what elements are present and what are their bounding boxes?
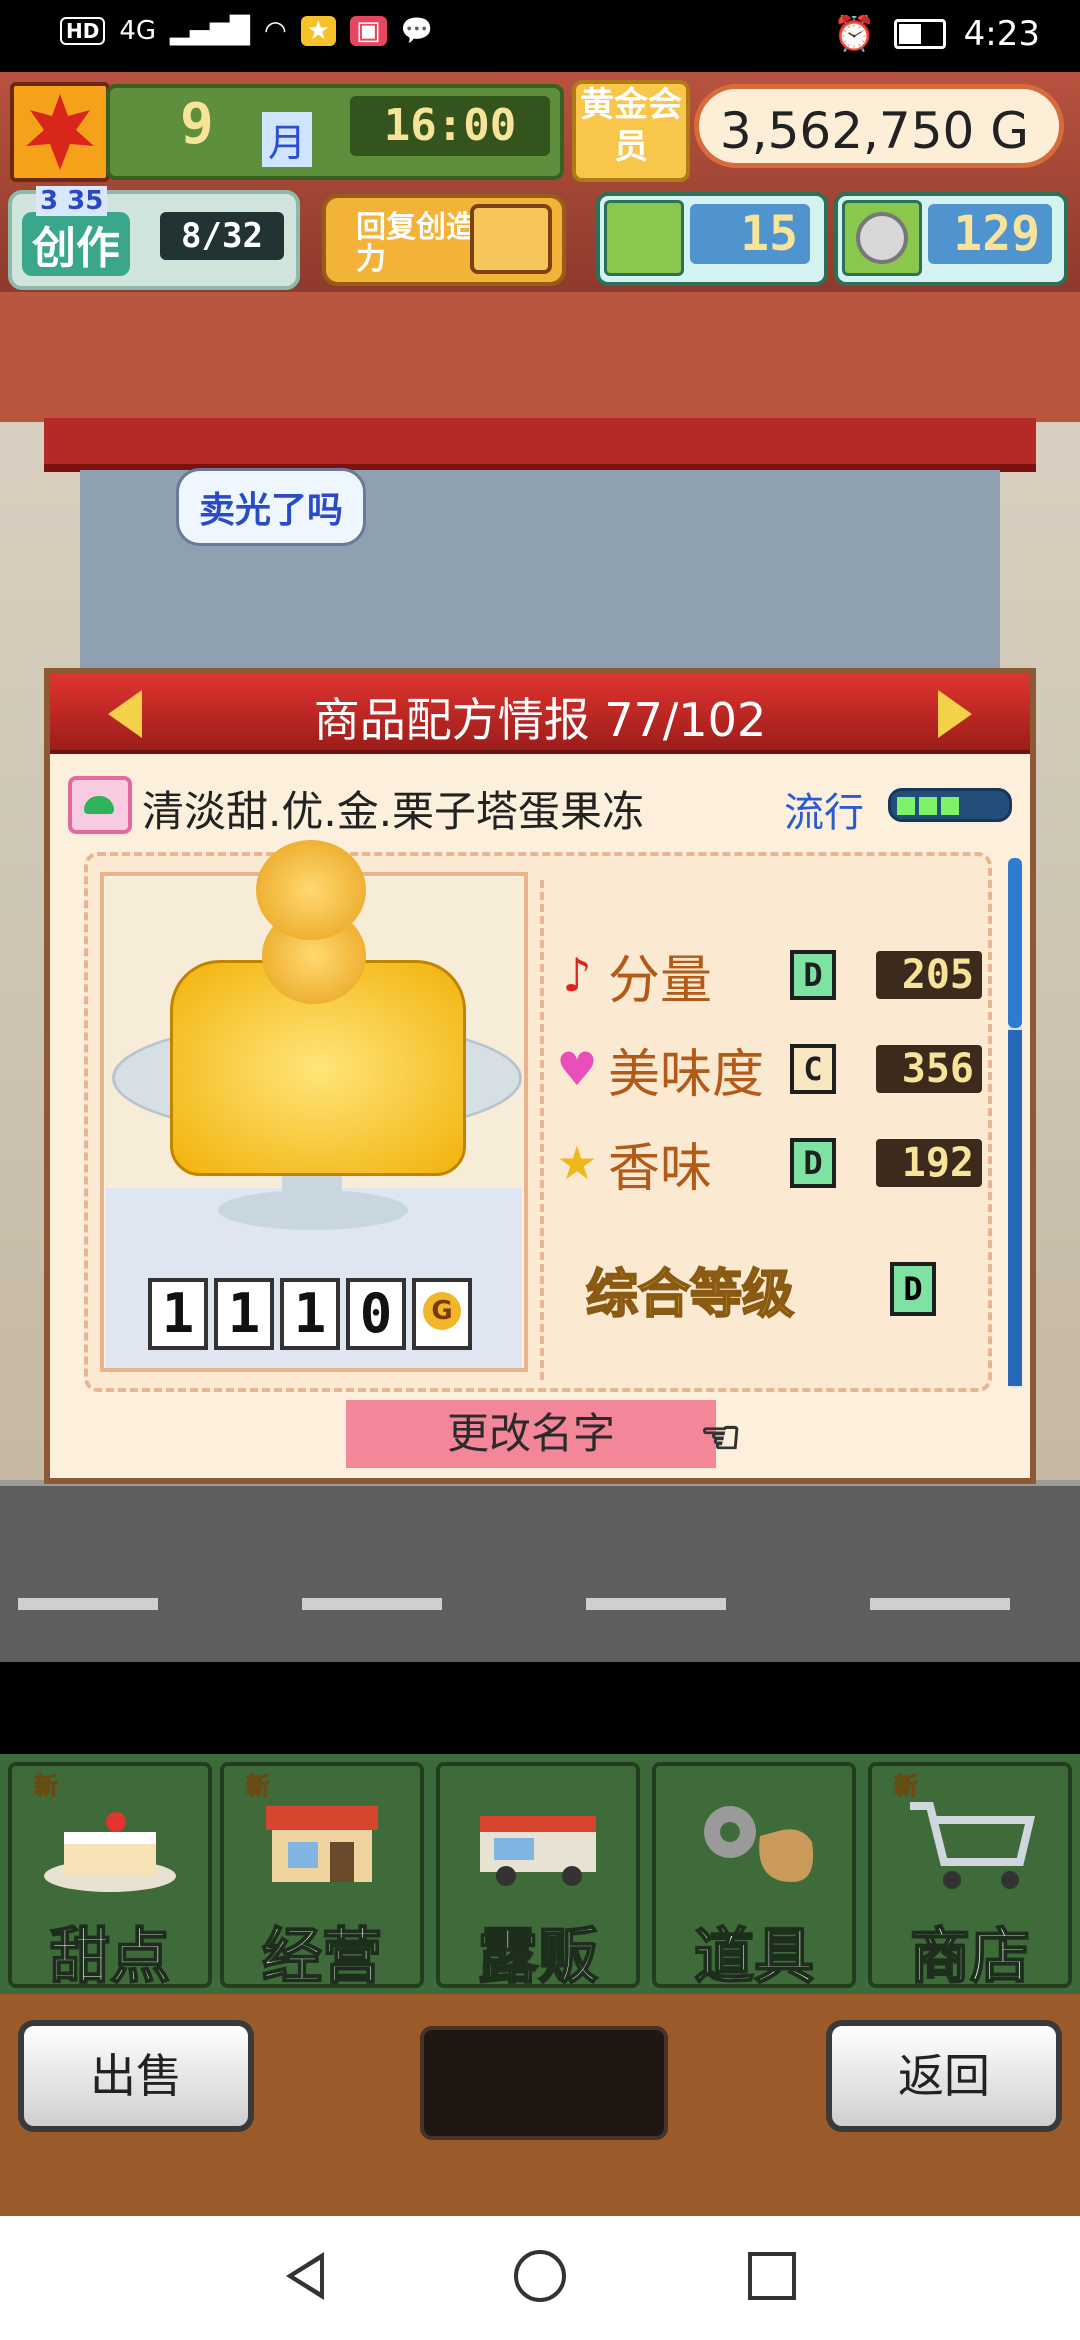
coin-count: 129 bbox=[928, 204, 1052, 264]
month-label: 月 bbox=[262, 112, 313, 167]
game-clock: 16:00 bbox=[350, 96, 550, 156]
money-display: 3,562,750 G bbox=[694, 84, 1064, 168]
new-badge: 新 bbox=[246, 1772, 271, 1801]
ticket-count: 15 bbox=[690, 204, 810, 264]
menu-label: 经营 bbox=[261, 1921, 383, 1993]
overall-grade-label: 综合等级 bbox=[585, 1264, 795, 1326]
road-stripe bbox=[18, 1598, 158, 1610]
creativity-label: 创作 bbox=[22, 212, 130, 276]
nav-recents-icon[interactable] bbox=[748, 2252, 796, 2300]
stat-grade: C bbox=[790, 1044, 836, 1094]
cake-icon bbox=[40, 1786, 180, 1896]
gear-bag-icon bbox=[684, 1786, 824, 1896]
hd-indicator: HD bbox=[60, 17, 106, 45]
road-stripe bbox=[870, 1598, 1010, 1610]
pointing-hand-icon: ☜ bbox=[699, 1409, 742, 1465]
sell-button[interactable]: 出售 bbox=[18, 2020, 254, 2132]
gold-member-badge[interactable]: 黄金会员 bbox=[572, 80, 690, 182]
food-truck-icon bbox=[468, 1786, 608, 1896]
shop-icon bbox=[252, 1786, 392, 1896]
overall-grade: D bbox=[890, 1262, 936, 1316]
month-number: 9 bbox=[180, 92, 214, 157]
signal-icon: ▂▄▆█ bbox=[170, 16, 251, 46]
stat-name: 分量 bbox=[608, 950, 713, 1011]
price-digit: 1 bbox=[214, 1278, 274, 1350]
scrollbar-thumb[interactable] bbox=[1008, 858, 1022, 1028]
new-badge: 新 bbox=[34, 1772, 59, 1801]
dialog-title: 商品配方情报 77/102 bbox=[313, 693, 767, 747]
shop-awning bbox=[44, 418, 1036, 472]
stat-name: 香味 bbox=[608, 1138, 713, 1199]
menu-label: 露贩 bbox=[477, 1921, 599, 1993]
nav-home-icon[interactable] bbox=[514, 2250, 566, 2302]
ticket-icon bbox=[604, 200, 684, 276]
dessert-name: 清淡甜.优.金.栗子塔蛋果冻 bbox=[142, 787, 645, 836]
new-badge: 新 bbox=[894, 1772, 919, 1801]
speech-bubble: 卖光了吗 bbox=[176, 468, 367, 546]
star-icon: ★ bbox=[556, 1136, 598, 1190]
shopping-cart-icon bbox=[900, 1786, 1040, 1896]
trend-segment bbox=[897, 797, 915, 815]
road-stripe bbox=[586, 1598, 726, 1610]
dessert-category-icon bbox=[68, 776, 132, 834]
creativity-level: 3 35 bbox=[36, 186, 108, 216]
chat-icon: 💬 bbox=[400, 16, 433, 46]
trend-meter bbox=[888, 788, 1012, 822]
stat-value: 205 bbox=[876, 951, 982, 999]
price-digit: 1 bbox=[148, 1278, 208, 1350]
stat-grade: D bbox=[790, 950, 836, 1000]
menu-label: 道具 bbox=[693, 1921, 815, 1993]
rename-button[interactable]: 更改名字 bbox=[346, 1400, 716, 1468]
price-display: 1 1 1 0 G bbox=[148, 1278, 472, 1350]
price-digit: 1 bbox=[280, 1278, 340, 1350]
black-band bbox=[0, 1662, 1080, 1754]
stat-row-aroma: ★ 香味 D 192 bbox=[552, 1124, 982, 1202]
back-button[interactable]: 返回 bbox=[826, 2020, 1062, 2132]
maple-leaf-icon[interactable] bbox=[10, 82, 110, 182]
scrollbar-lower bbox=[1008, 1030, 1022, 1386]
road-stripe bbox=[302, 1598, 442, 1610]
chestnut-ball bbox=[256, 840, 366, 940]
gold-coin-icon: G bbox=[412, 1278, 472, 1350]
notification-star-icon: ★ bbox=[300, 16, 337, 46]
heart-icon: ♥ bbox=[556, 1042, 598, 1096]
status-bar: HD 4G ▂▄▆█ ◠ ★ ▣ 💬 ⏰ 4:23 bbox=[0, 0, 1080, 72]
silver-coin-icon bbox=[842, 200, 922, 276]
nav-back-icon-inner bbox=[294, 2260, 320, 2292]
menu-label: 商店 bbox=[909, 1921, 1031, 1993]
stat-value: 356 bbox=[876, 1045, 982, 1093]
stat-row-amount: ♪ 分量 D 205 bbox=[552, 936, 982, 1014]
clock-time: 4:23 bbox=[963, 14, 1040, 54]
stat-value: 192 bbox=[876, 1139, 982, 1187]
price-digit: 0 bbox=[346, 1278, 406, 1350]
battery-icon bbox=[893, 19, 946, 49]
stat-grade: D bbox=[790, 1138, 836, 1188]
dish-base bbox=[218, 1190, 408, 1230]
trend-segment bbox=[941, 797, 959, 815]
road bbox=[0, 1486, 1080, 1666]
stat-name: 美味度 bbox=[608, 1044, 765, 1105]
tv-icon bbox=[470, 204, 552, 274]
menu-label: 甜点 bbox=[49, 1921, 171, 1993]
network-indicator: 4G bbox=[119, 16, 157, 46]
prev-arrow-icon[interactable] bbox=[108, 690, 142, 738]
alarm-icon: ⏰ bbox=[833, 14, 876, 54]
next-arrow-icon[interactable] bbox=[938, 690, 972, 738]
center-slot bbox=[420, 2026, 668, 2140]
notification-app-icon: ▣ bbox=[350, 16, 387, 46]
wifi-icon: ◠ bbox=[264, 16, 287, 46]
music-note-icon: ♪ bbox=[562, 948, 592, 1002]
stat-row-taste: ♥ 美味度 C 356 bbox=[552, 1030, 982, 1108]
trend-segment bbox=[919, 797, 937, 815]
trend-label: 流行 bbox=[784, 790, 864, 836]
creativity-count: 8/32 bbox=[160, 212, 284, 260]
